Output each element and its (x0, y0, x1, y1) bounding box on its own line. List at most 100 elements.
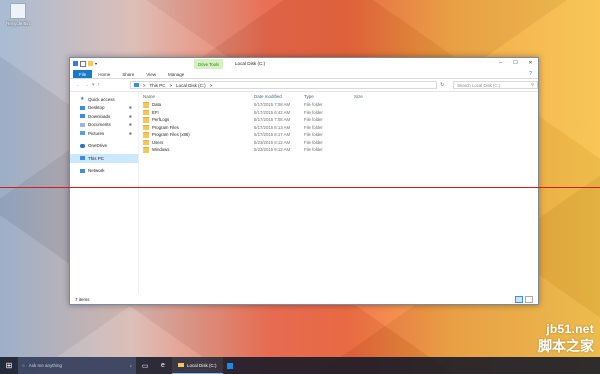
start-button[interactable]: ⊞ (0, 357, 18, 374)
pin-icon: ✱ (128, 130, 132, 136)
table-row[interactable]: Program Files (x86) 5/17/2015 8:17 AM Fi… (139, 131, 538, 139)
search-input[interactable]: Search Local Disk (C:) ⚲ (453, 81, 538, 89)
breadcrumb-separator: > (209, 82, 213, 88)
cortana-placeholder: Ask me anything (28, 363, 62, 368)
table-row[interactable]: EFI 5/17/2015 6:42 AM File folder (139, 109, 538, 117)
recycle-bin-desktop-icon[interactable]: Recycle Bin (3, 3, 33, 26)
back-arrow-icon[interactable]: ← (76, 82, 81, 88)
tab-share[interactable]: Share (116, 70, 140, 78)
properties-icon[interactable] (80, 60, 86, 67)
folder-icon (143, 139, 149, 145)
tab-manage[interactable]: Manage (162, 70, 190, 78)
tab-home[interactable]: Home (92, 70, 116, 78)
nav-item-quick-access[interactable]: ★ Quick access (70, 95, 138, 104)
cortana-search-box[interactable]: ○ Ask me anything ♪ (18, 357, 136, 374)
drive-tools-contextual-tab[interactable]: Drive Tools (194, 59, 224, 69)
ribbon-tabs: File Home Share View Manage ? (70, 69, 538, 79)
folder-icon (143, 117, 149, 123)
taskbar: ⊞ ○ Ask me anything ♪ ▭ e Local Disk (C:… (0, 357, 600, 374)
table-row[interactable]: Program Files 5/17/2015 8:13 AM File fol… (139, 124, 538, 132)
file-date: 5/23/2015 9:12 AM (254, 139, 291, 145)
quick-access-toolbar: ▾ (70, 60, 99, 67)
file-type: File folder (304, 117, 323, 123)
new-folder-icon[interactable] (88, 61, 93, 66)
nav-item-downloads[interactable]: Downloads ✱ (70, 112, 138, 121)
watermark-name: 脚本之家 (538, 338, 594, 354)
recent-locations-icon[interactable]: ▾ (92, 82, 95, 88)
microphone-icon[interactable]: ♪ (130, 363, 132, 368)
watermark-domain: jb51.net (546, 322, 594, 336)
column-header-date[interactable]: Date modified (254, 94, 304, 99)
nav-item-this-pc[interactable]: This PC (70, 154, 138, 163)
address-field[interactable]: > This PC > Local Disk (C:) > (129, 81, 438, 89)
folder-icon (143, 102, 149, 108)
help-icon[interactable]: ? (529, 71, 532, 77)
column-header-size[interactable]: Size (354, 94, 394, 99)
table-row[interactable]: PerfLogs 5/17/2015 7:08 AM File folder (139, 116, 538, 124)
taskbar-app-label: Local Disk (C:) (187, 362, 217, 368)
refresh-icon[interactable]: ↻ (437, 82, 447, 88)
forward-arrow-icon[interactable]: → (84, 82, 89, 88)
details-view-icon[interactable] (515, 295, 523, 303)
file-name: Users (152, 139, 164, 145)
tab-file[interactable]: File (73, 70, 93, 78)
file-type: File folder (304, 109, 323, 115)
breadcrumb-local-disk[interactable]: Local Disk (C:) (176, 83, 206, 88)
search-icon: ⚲ (530, 82, 534, 87)
nav-label: Quick access (88, 96, 115, 102)
close-button[interactable]: ✕ (523, 58, 538, 68)
window-title: Local Disk (C:) (235, 61, 266, 66)
table-row[interactable]: Windows 5/23/2015 9:12 AM File folder (139, 146, 538, 154)
store-icon[interactable] (223, 357, 237, 374)
nav-item-onedrive[interactable]: OneDrive (70, 142, 138, 151)
tab-view[interactable]: View (140, 70, 162, 78)
breadcrumb-this-pc[interactable]: This PC (150, 83, 166, 88)
nav-item-network[interactable]: Network (70, 167, 138, 176)
title-bar[interactable]: ▾ Drive Tools Local Disk (C:) – ☐ ✕ (70, 58, 538, 69)
minimize-button[interactable]: – (493, 58, 508, 68)
table-row[interactable]: Users 5/23/2015 9:12 AM File folder (139, 139, 538, 147)
status-bar: 7 items (70, 294, 538, 304)
nav-label: Network (88, 168, 105, 174)
navigation-pane: ★ Quick access Desktop ✱ Downloads ✱ Doc… (70, 92, 139, 294)
nav-item-pictures[interactable]: Pictures ✱ (70, 129, 138, 138)
file-type: File folder (304, 102, 323, 108)
pictures-icon (80, 131, 85, 136)
file-date: 5/17/2015 8:17 AM (254, 132, 291, 138)
column-header-name[interactable]: Name (139, 94, 254, 99)
cortana-icon: ○ (22, 363, 25, 368)
star-icon: ★ (80, 96, 85, 103)
file-name: Windows (152, 147, 170, 153)
cloud-icon (80, 143, 85, 148)
nav-label: Desktop (88, 105, 105, 111)
file-name: Program Files (152, 124, 179, 130)
file-name: EFI (152, 109, 159, 115)
breadcrumb-separator: > (169, 82, 173, 88)
taskbar-app-explorer[interactable]: Local Disk (C:) (172, 357, 223, 374)
explorer-app-icon (73, 61, 78, 66)
up-arrow-icon[interactable]: ↑ (98, 82, 101, 88)
folder-icon (143, 147, 149, 153)
task-view-icon[interactable]: ▭ (136, 357, 154, 374)
nav-label: OneDrive (88, 143, 108, 149)
nav-label: Downloads (88, 113, 111, 119)
file-name: Program Files (x86) (152, 132, 190, 138)
maximize-button[interactable]: ☐ (508, 58, 523, 68)
qa-dropdown-icon[interactable]: ▾ (95, 61, 99, 66)
table-row[interactable]: Data 5/17/2015 7:08 AM File folder (139, 101, 538, 109)
file-explorer-window: ▾ Drive Tools Local Disk (C:) – ☐ ✕ File… (69, 57, 539, 305)
nav-item-documents[interactable]: Documents ✱ (70, 121, 138, 130)
folder-icon (178, 363, 184, 367)
folder-icon (143, 132, 149, 138)
nav-label: This PC (88, 155, 105, 161)
computer-icon (80, 156, 85, 161)
large-icons-view-icon[interactable] (525, 295, 533, 303)
pin-icon: ✱ (128, 113, 132, 119)
pin-icon: ✱ (128, 122, 132, 128)
nav-item-desktop[interactable]: Desktop ✱ (70, 104, 138, 113)
download-icon (80, 114, 85, 119)
edge-browser-icon[interactable]: e (154, 357, 172, 374)
breadcrumb-separator: > (142, 82, 146, 88)
file-name: Data (152, 102, 162, 108)
column-header-type[interactable]: Type (304, 94, 354, 99)
